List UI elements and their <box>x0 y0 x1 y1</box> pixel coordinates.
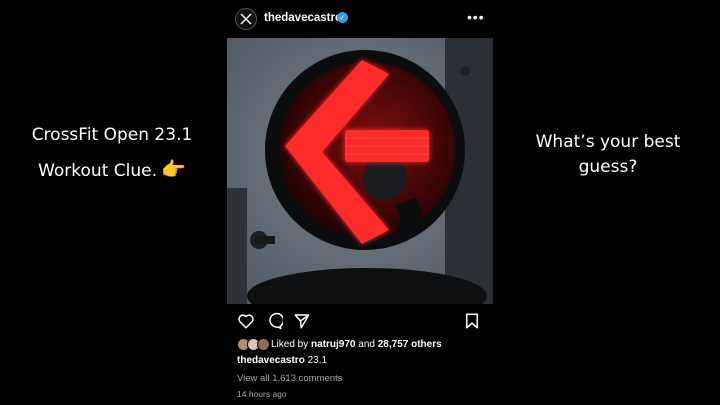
post-username[interactable]: thedavecastro <box>264 12 342 24</box>
likes-middle: and <box>358 339 375 350</box>
post-caption: thedavecastro 23.1 <box>237 355 327 366</box>
likes-row: Liked by natruj970 and 28,757 others <box>237 338 487 352</box>
right-caption: What’s your best guess? <box>508 130 708 180</box>
caption-text: 23.1 <box>307 355 328 366</box>
likes-prefix: Liked by <box>271 339 309 350</box>
post-actions <box>227 308 493 334</box>
share-icon[interactable] <box>293 312 311 330</box>
traffic-light-image <box>227 38 493 304</box>
view-comments-link[interactable]: View all 1,613 comments <box>237 373 342 384</box>
crossed-logo-icon <box>240 13 252 25</box>
comment-icon[interactable] <box>265 312 283 330</box>
likes-count[interactable]: 28,757 others <box>378 339 442 350</box>
post-timestamp: 14 hours ago <box>237 389 287 399</box>
verified-badge-icon: ✓ <box>337 12 348 23</box>
post-image[interactable] <box>227 38 493 304</box>
right-caption-line2: guess? <box>578 157 638 177</box>
bookmark-icon[interactable] <box>463 312 481 330</box>
liker-avatar[interactable] <box>257 338 270 351</box>
pointing-hand-icon: 👉 <box>161 157 186 181</box>
left-caption-line2-wrap: Workout Clue. 👉 <box>12 152 212 188</box>
likes-text: Liked by natruj970 and 28,757 others <box>271 339 442 350</box>
avatar[interactable] <box>235 8 257 30</box>
post-header: thedavecastro ✓ ••• <box>227 0 493 38</box>
left-caption: CrossFit Open 23.1 Workout Clue. 👉 <box>12 118 212 188</box>
instagram-post: thedavecastro ✓ ••• Liked by natruj970 a… <box>227 0 493 405</box>
more-options-icon[interactable]: ••• <box>467 9 485 25</box>
left-caption-line2: Workout Clue. <box>38 161 157 181</box>
right-caption-line1: What’s your best <box>535 132 681 152</box>
left-caption-line1: CrossFit Open 23.1 <box>31 125 193 145</box>
heart-icon[interactable] <box>237 312 255 330</box>
likes-user[interactable]: natruj970 <box>311 339 355 350</box>
caption-username[interactable]: thedavecastro <box>237 355 305 366</box>
